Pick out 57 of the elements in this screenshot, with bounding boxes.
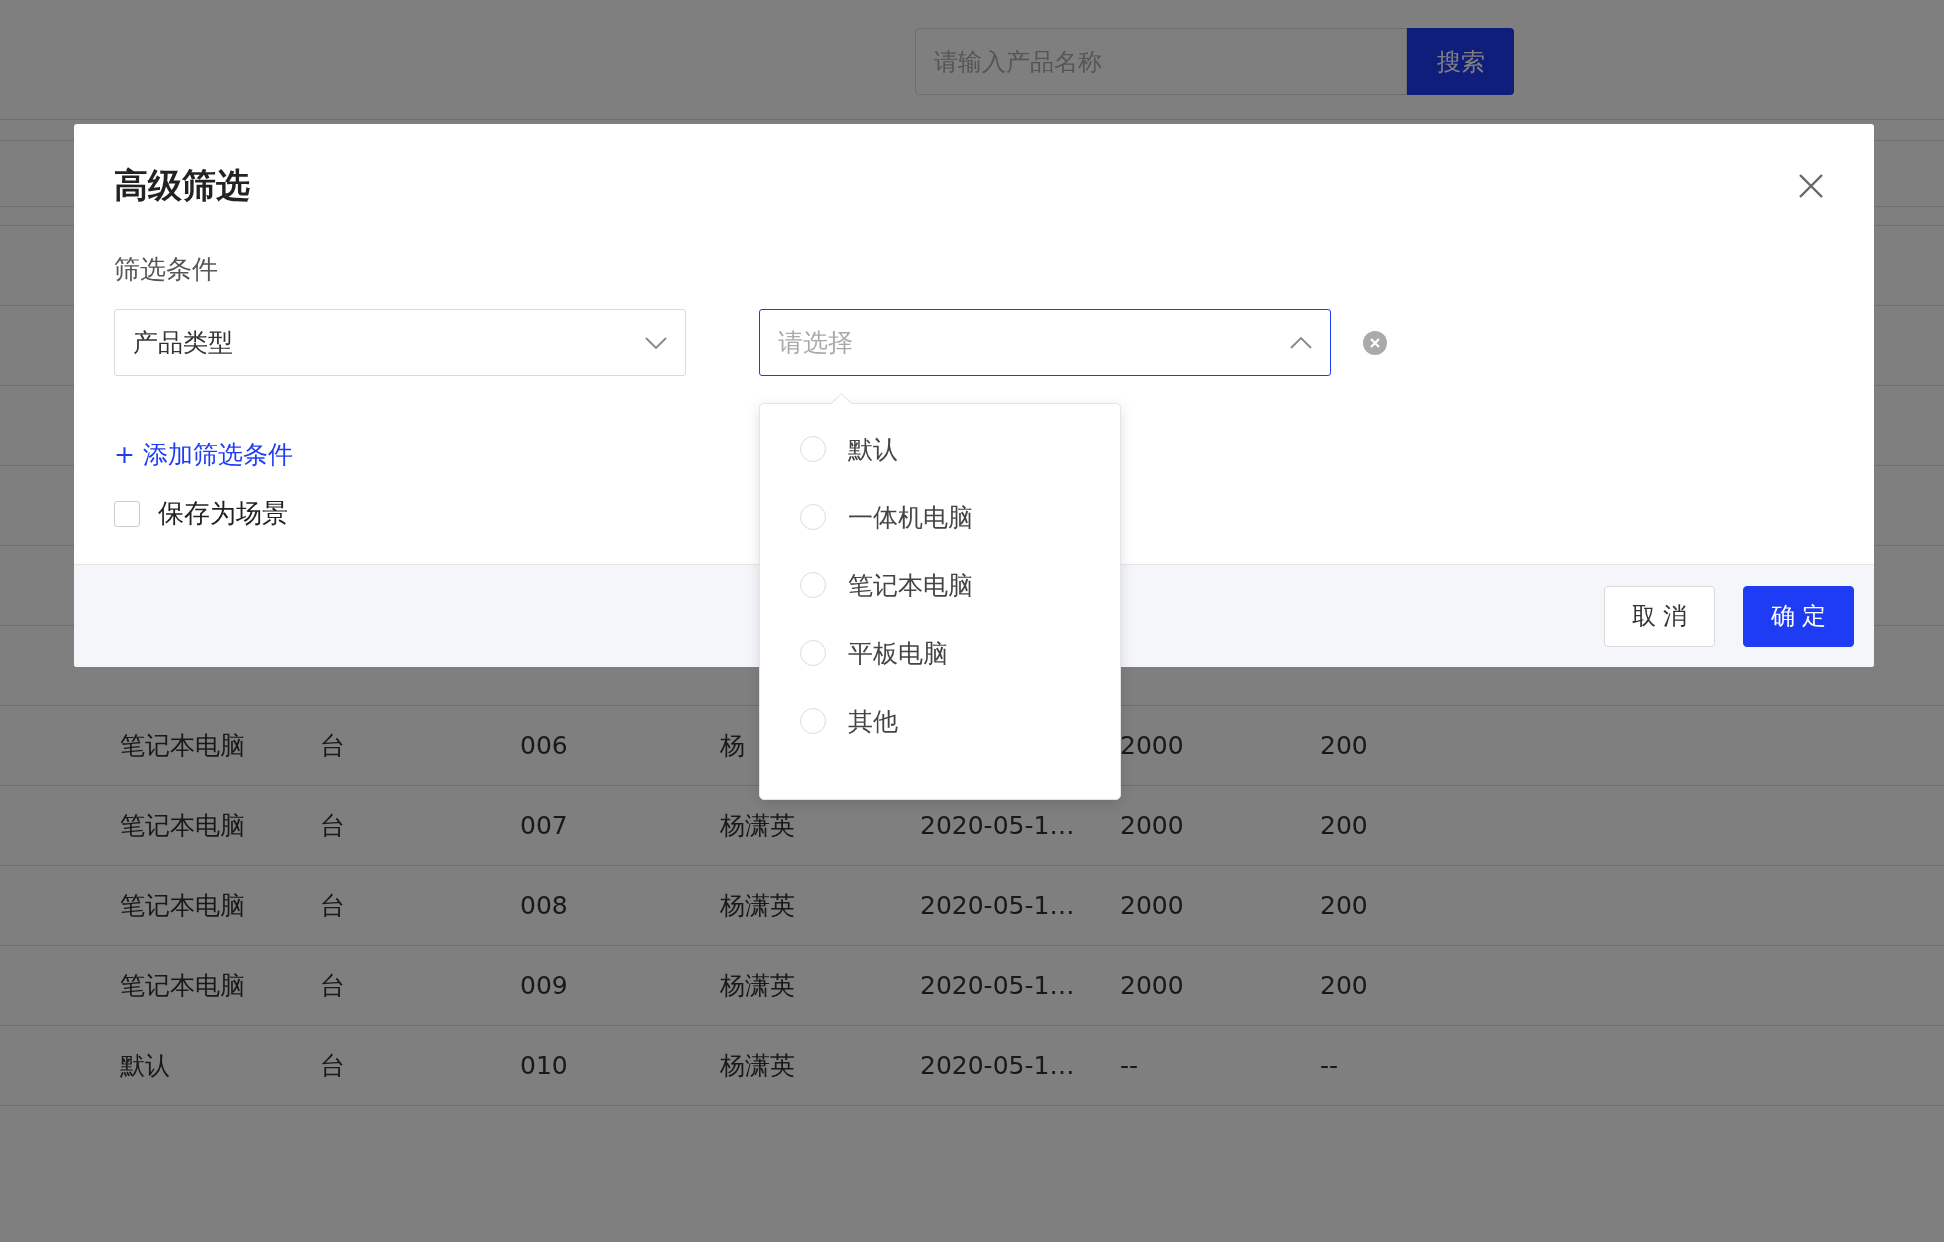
radio-button[interactable] <box>800 708 826 734</box>
table-cell-text: 009 <box>520 971 569 1000</box>
option-label[interactable]: 平板电脑 <box>848 636 948 670</box>
table-cell-text: -- <box>1320 1051 1340 1080</box>
table-cell-text: 008 <box>520 891 569 920</box>
table-cell-text: 200 <box>1320 891 1369 920</box>
table-cell-text: 笔记本电脑 <box>120 730 246 762</box>
table-cell-text: 200 <box>1320 971 1369 1000</box>
search-button[interactable]: 搜索 <box>1407 28 1514 95</box>
option-label[interactable]: 笔记本电脑 <box>848 568 973 602</box>
option-label[interactable]: 默认 <box>848 432 898 466</box>
table-cell-text: 杨 <box>720 730 746 762</box>
table-cell-text: 杨潇英 <box>720 1050 796 1082</box>
table-cell-text: 笔记本电脑 <box>120 810 246 842</box>
confirm-button[interactable]: 确 定 <box>1743 585 1854 647</box>
table-cell-text: 200 <box>1320 811 1369 840</box>
chevron-up-icon <box>1290 335 1312 350</box>
table-cell-text: 杨潇英 <box>720 970 796 1002</box>
add-condition-link[interactable]: + 添加筛选条件 <box>114 438 293 471</box>
section-label: 筛选条件 <box>114 253 219 286</box>
radio-button[interactable] <box>800 572 826 598</box>
table-cell-text: 2000 <box>1120 811 1185 840</box>
close-icon[interactable] <box>1798 173 1824 199</box>
chevron-down-icon <box>645 335 667 350</box>
dialog-title: 高级筛选 <box>114 164 250 207</box>
option-label[interactable]: 一体机电脑 <box>848 500 973 534</box>
table-cell-text: 2000 <box>1120 891 1185 920</box>
table-cell-text: -- <box>1120 1051 1140 1080</box>
table-cell-text: 杨潇英 <box>720 890 796 922</box>
table-cell-text: 2020-05-1… <box>920 811 1076 840</box>
table-cell-text: 台 <box>320 970 346 1002</box>
cancel-button[interactable]: 取 消 <box>1604 585 1715 647</box>
table-cell-text: 007 <box>520 811 569 840</box>
radio-button[interactable] <box>800 504 826 530</box>
table-cell-text: 笔记本电脑 <box>120 890 246 922</box>
radio-button[interactable] <box>800 640 826 666</box>
table-cell-text: 2020-05-1… <box>920 971 1076 1000</box>
table-cell-text: 台 <box>320 1050 346 1082</box>
table-cell-text: 笔记本电脑 <box>120 970 246 1002</box>
table-cell-text: 2020-05-1… <box>920 891 1076 920</box>
table-cell-text: 杨潇英 <box>720 810 796 842</box>
table-cell-text: 200 <box>1320 731 1369 760</box>
table-cell-text: 006 <box>520 731 569 760</box>
radio-button[interactable] <box>800 436 826 462</box>
table-cell-text: 台 <box>320 730 346 762</box>
field-select[interactable]: 产品类型 <box>114 309 686 376</box>
table-cell-text: 010 <box>520 1051 569 1080</box>
option-label[interactable]: 其他 <box>848 704 898 738</box>
checkbox-label: 保存为场景 <box>158 497 288 530</box>
clear-icon[interactable] <box>1363 330 1387 355</box>
table-cell-text: 台 <box>320 810 346 842</box>
table-cell-text: 2000 <box>1120 731 1185 760</box>
table-cell-text: 2000 <box>1120 971 1185 1000</box>
checkbox[interactable] <box>114 500 140 527</box>
table-cell-text: 台 <box>320 890 346 922</box>
table-cell-text: 2020-05-1… <box>920 1051 1076 1080</box>
table-cell-text: 默认 <box>120 1050 171 1082</box>
